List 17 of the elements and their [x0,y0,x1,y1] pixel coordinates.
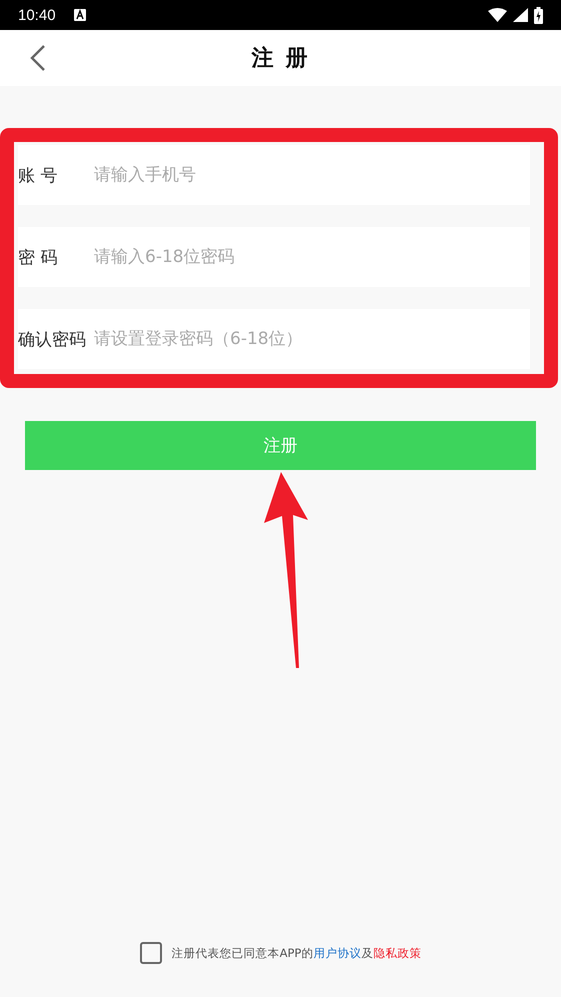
signal-icon [513,8,528,22]
input-field[interactable]: 请设置登录密码（6-18位） [94,309,530,369]
notification-icon [74,9,86,21]
field-label: 确认密码 [18,309,94,369]
field-label: 账 号 [18,145,94,205]
clock-time: 10:40 [18,6,56,24]
agreement-text: 注册代表您已同意本APP的用户协议及隐私政策 [172,946,422,960]
back-icon[interactable] [30,44,46,72]
privacy-policy-link[interactable]: 隐私政策 [373,946,422,960]
wifi-icon [488,8,507,22]
user-agreement-link[interactable]: 用户协议 [313,946,362,960]
battery-icon [534,6,543,24]
input-field[interactable]: 请输入6-18位密码 [94,227,530,287]
field-label: 密 码 [18,227,94,287]
page-title: 注 册 [252,45,310,73]
agreement-checkbox[interactable] [140,942,162,964]
input-field[interactable]: 请输入手机号 [94,145,530,205]
